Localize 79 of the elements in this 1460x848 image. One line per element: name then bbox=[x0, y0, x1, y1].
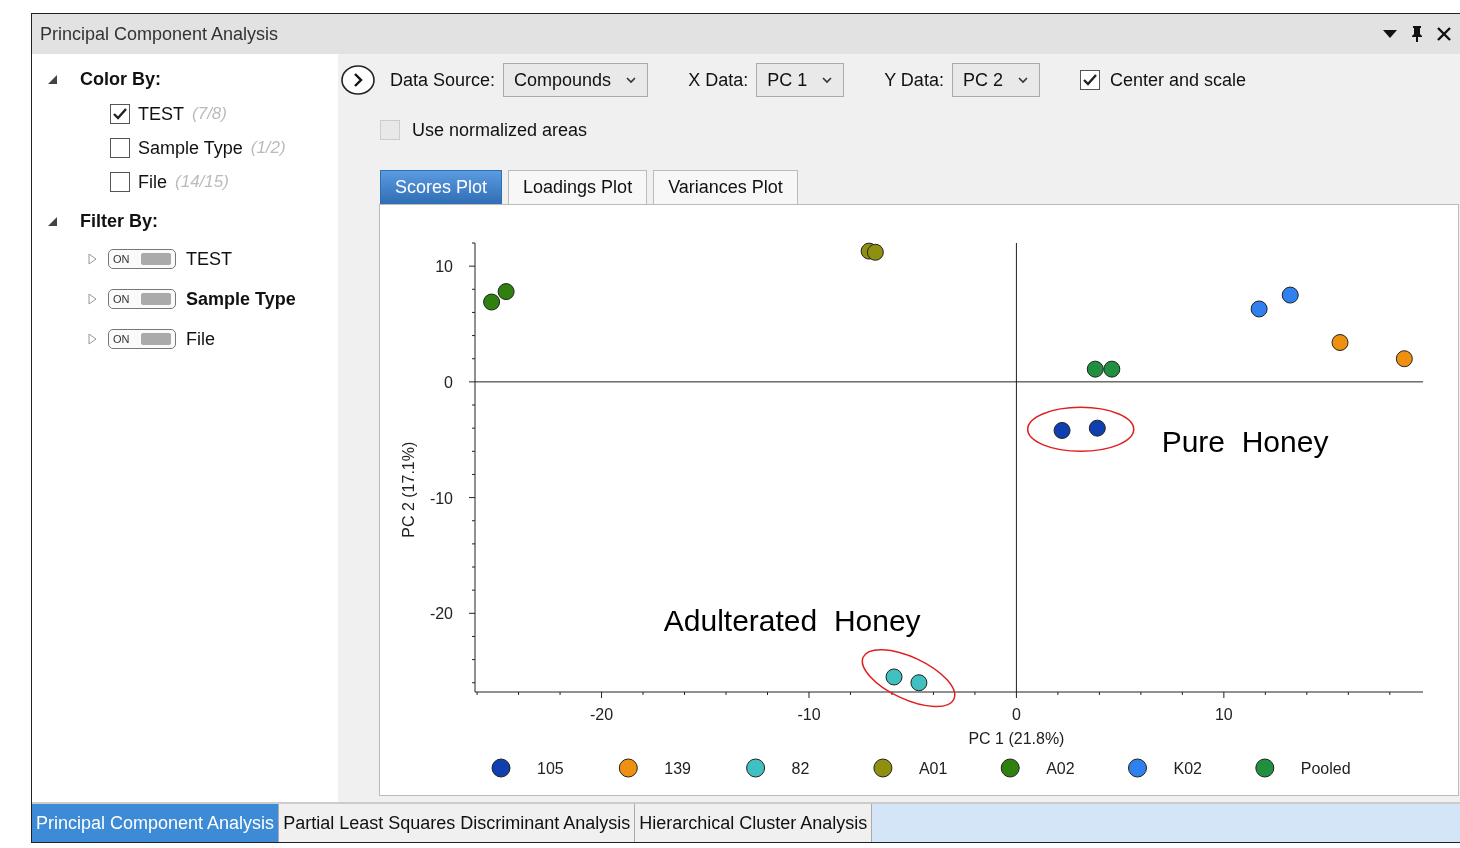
checkbox-label: TEST bbox=[138, 103, 184, 125]
data-point bbox=[1103, 360, 1121, 378]
tab[interactable]: Variances Plot bbox=[653, 170, 798, 204]
tab[interactable]: Partial Least Squares Discriminant Analysis bbox=[279, 804, 636, 842]
checkbox[interactable] bbox=[110, 172, 130, 192]
data-point bbox=[1088, 419, 1106, 437]
tick-label: 10 bbox=[435, 258, 453, 276]
data-point bbox=[910, 674, 928, 692]
dropdown[interactable]: PC 2 bbox=[951, 63, 1040, 97]
pin-icon[interactable] bbox=[1410, 25, 1424, 43]
data-point bbox=[483, 293, 501, 311]
checkbox[interactable] bbox=[110, 104, 130, 124]
tick-label: -20 bbox=[429, 605, 453, 623]
data-point bbox=[1250, 300, 1268, 318]
expand-icon[interactable] bbox=[86, 253, 98, 265]
tick-label: -10 bbox=[797, 706, 821, 723]
tick-label: 0 bbox=[1011, 706, 1021, 723]
annotation-label: Adulterated Honey bbox=[663, 603, 921, 637]
collapse-icon[interactable] bbox=[46, 73, 58, 85]
toggle-switch[interactable]: ON bbox=[108, 329, 176, 349]
checkbox-label: Sample Type bbox=[138, 137, 243, 159]
close-icon[interactable] bbox=[1436, 26, 1452, 42]
filter-label[interactable]: File bbox=[186, 328, 215, 350]
chevron-down-icon bbox=[1016, 76, 1029, 84]
legend-label: 139 bbox=[664, 760, 691, 777]
dropdown-icon[interactable] bbox=[1382, 29, 1398, 39]
tab[interactable]: Principal Component Analysis bbox=[32, 804, 280, 842]
legend-label: 82 bbox=[791, 760, 810, 777]
tick-label: -20 bbox=[590, 706, 614, 723]
check-icon bbox=[1081, 73, 1098, 87]
data-point bbox=[866, 243, 884, 261]
data-point bbox=[1086, 360, 1104, 378]
field-label: Y Data: bbox=[884, 69, 944, 91]
checkbox[interactable] bbox=[110, 138, 130, 158]
data-point bbox=[1281, 286, 1299, 304]
dropdown[interactable]: PC 1 bbox=[756, 63, 845, 97]
section-title: Color By: bbox=[80, 68, 161, 90]
checkbox[interactable] bbox=[1079, 70, 1100, 90]
axis-title: PC 2 (17.1%) bbox=[400, 441, 417, 538]
checkbox-label: File bbox=[138, 171, 167, 193]
count-label: (1/2) bbox=[250, 138, 286, 158]
toggle-switch[interactable]: ON bbox=[108, 249, 176, 269]
annotation-label: Pure Honey bbox=[1161, 425, 1329, 459]
tab[interactable]: Loadings Plot bbox=[508, 170, 648, 204]
chevron-down-icon bbox=[625, 76, 638, 84]
filter-label[interactable]: TEST bbox=[186, 248, 232, 270]
legend-label: 105 bbox=[537, 760, 564, 777]
tick-label: 10 bbox=[1214, 706, 1233, 723]
collapse-icon[interactable] bbox=[46, 215, 58, 227]
checkbox-label: Use normalized areas bbox=[412, 119, 588, 141]
section-title: Filter By: bbox=[80, 210, 158, 232]
dropdown[interactable]: Compounds bbox=[503, 63, 649, 97]
data-point bbox=[1053, 421, 1071, 439]
field-label: X Data: bbox=[688, 69, 749, 91]
data-point bbox=[1395, 350, 1413, 368]
expand-icon[interactable] bbox=[86, 293, 98, 305]
tab[interactable]: Scores Plot bbox=[380, 170, 503, 204]
chevron-down-icon bbox=[821, 76, 834, 84]
tab[interactable]: Hierarchical Cluster Analysis bbox=[635, 804, 873, 842]
legend-label: Pooled bbox=[1300, 760, 1351, 777]
count-label: (14/15) bbox=[175, 172, 229, 192]
toggle-switch[interactable]: ON bbox=[108, 289, 176, 309]
field-label: Data Source: bbox=[390, 69, 496, 91]
axis-title: PC 1 (21.8%) bbox=[968, 730, 1065, 747]
tick-label: -10 bbox=[429, 489, 453, 507]
legend-label: K02 bbox=[1173, 760, 1202, 777]
expand-icon[interactable] bbox=[86, 333, 98, 345]
data-point bbox=[497, 283, 515, 301]
tick-label: 0 bbox=[444, 373, 453, 391]
filter-label[interactable]: Sample Type bbox=[186, 288, 296, 310]
data-point bbox=[1331, 334, 1349, 351]
window-title: Principal Component Analysis bbox=[40, 23, 280, 45]
legend-label: A01 bbox=[918, 760, 948, 777]
data-point bbox=[885, 668, 903, 686]
legend-label: A02 bbox=[1046, 760, 1075, 777]
check-icon bbox=[112, 107, 128, 121]
expand-circle-icon[interactable] bbox=[340, 64, 376, 96]
checkbox-label: Center and scale bbox=[1109, 69, 1247, 91]
count-label: (7/8) bbox=[192, 104, 227, 124]
